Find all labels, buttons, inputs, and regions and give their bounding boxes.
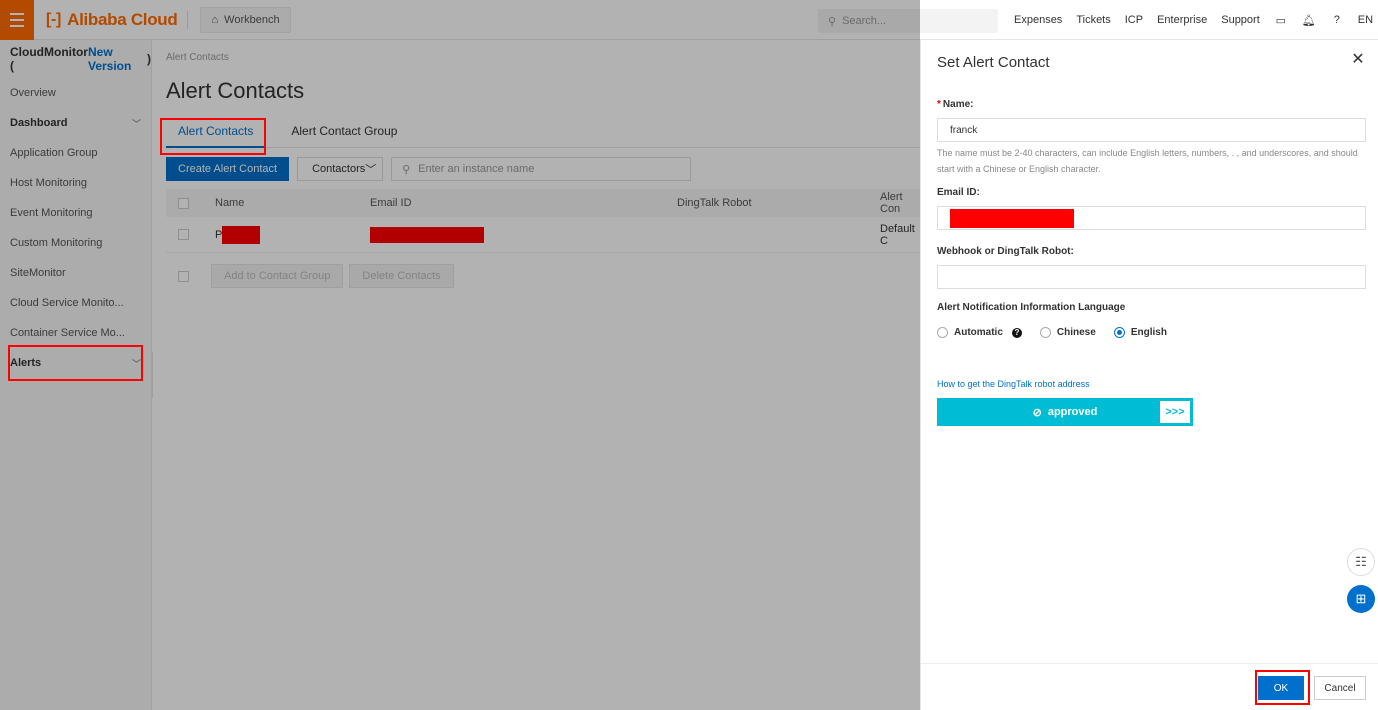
radio-automatic[interactable]: Automatic ? (937, 327, 1022, 338)
name-hint: The name must be 2-40 characters, can in… (937, 148, 1358, 174)
bell-icon[interactable]: 🔔︎ (1302, 13, 1316, 27)
approved-label: approved (1047, 406, 1098, 418)
annotation-box-ok (1255, 670, 1310, 705)
slider-verification[interactable]: ⊘ approved >>> (937, 398, 1193, 426)
annotation-box-alerts (8, 345, 143, 381)
dingtalk-help-link[interactable]: How to get the DingTalk robot address (937, 379, 1090, 389)
name-label-text: Name: (942, 99, 974, 110)
language-label: Alert Notification Information Language (937, 302, 1126, 313)
radio-label: Chinese (1056, 327, 1096, 338)
feedback-icon[interactable]: ☷ (1347, 548, 1375, 576)
webhook-field[interactable] (937, 265, 1366, 289)
drawer-title: Set Alert Contact (937, 54, 1050, 71)
terminal-icon[interactable]: ▭ (1274, 13, 1288, 27)
top-links: Expenses Tickets ICP Enterprise Support … (1014, 0, 1378, 40)
webhook-label: Webhook or DingTalk Robot: (937, 246, 1074, 257)
close-icon[interactable]: ✕ (1350, 52, 1366, 68)
name-label: * Name: (937, 99, 973, 110)
link-tickets[interactable]: Tickets (1076, 14, 1110, 26)
help-icon[interactable]: ? (1330, 13, 1344, 27)
link-enterprise[interactable]: Enterprise (1157, 14, 1207, 26)
slider-handle[interactable]: >>> (1159, 400, 1191, 424)
email-label: Email ID: (937, 187, 980, 198)
language-switch[interactable]: EN (1358, 14, 1373, 26)
email-field[interactable] (937, 206, 1366, 230)
name-field[interactable]: franck (937, 118, 1366, 142)
set-alert-contact-drawer: Set Alert Contact ✕ * Name: franck The na… (920, 40, 1378, 710)
radio-chinese[interactable]: Chinese (1039, 327, 1096, 338)
question-icon[interactable]: ? (1011, 327, 1022, 338)
language-radio-group: Automatic ? Chinese English (937, 327, 1167, 338)
radio-button-selected[interactable] (1113, 327, 1125, 338)
name-field-value: franck (950, 124, 978, 136)
cancel-button[interactable]: Cancel (1314, 676, 1366, 700)
annotation-box-tab (160, 118, 266, 155)
link-icp[interactable]: ICP (1125, 14, 1143, 26)
radio-label: Automatic (954, 327, 1003, 338)
redacted-email-value (950, 208, 1074, 228)
required-marker: * (937, 99, 941, 110)
check-circle-icon: ⊘ (1032, 406, 1042, 419)
link-expenses[interactable]: Expenses (1014, 14, 1062, 26)
apps-icon[interactable]: ⊞ (1347, 585, 1375, 613)
radio-button[interactable] (937, 327, 948, 338)
radio-english[interactable]: English (1113, 327, 1167, 338)
radio-label: English (1130, 327, 1167, 338)
radio-button[interactable] (1039, 327, 1051, 338)
link-support[interactable]: Support (1221, 14, 1260, 26)
